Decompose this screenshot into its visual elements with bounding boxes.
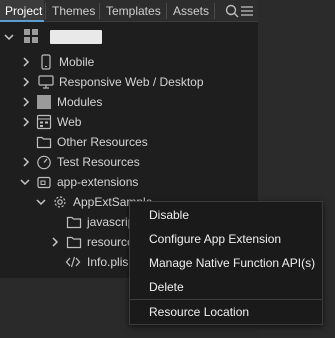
gear-icon (54, 196, 66, 208)
chevron-right-icon[interactable] (20, 156, 32, 168)
menu-separator (130, 299, 322, 300)
tab-divider (166, 3, 167, 19)
tab-bar: Project Themes Templates Assets (0, 0, 258, 22)
chevron-down-icon[interactable] (3, 31, 15, 43)
folder-icon (66, 216, 82, 229)
context-menu: Disable Configure App Extension Manage N… (129, 201, 323, 325)
chevron-right-icon[interactable] (20, 116, 32, 128)
tree-item-label: Web (57, 115, 82, 129)
menu-icon[interactable] (239, 3, 255, 19)
tab-assets[interactable]: Assets (168, 0, 214, 22)
menu-item-disable[interactable]: Disable (130, 204, 322, 226)
tree-item-label: Test Resources (57, 155, 140, 169)
tree-item-label: Responsive Web / Desktop (59, 75, 204, 89)
project-name-field[interactable] (50, 30, 102, 44)
tree-item-other-resources[interactable]: Other Resources (0, 132, 258, 152)
tree-item-label: app-extensions (57, 175, 139, 189)
tab-divider (99, 3, 100, 19)
chevron-right-icon[interactable] (20, 76, 32, 88)
code-icon (65, 256, 81, 268)
tree-item-app-extensions[interactable]: app-extensions (0, 172, 258, 192)
menu-item-manage-native-function-apis[interactable]: Manage Native Function API(s) (130, 252, 322, 274)
tree-item-mobile[interactable]: Mobile (0, 52, 258, 72)
chevron-right-icon[interactable] (20, 96, 32, 108)
search-icon[interactable] (224, 3, 240, 19)
tab-themes[interactable]: Themes (47, 0, 100, 22)
tree-item-modules[interactable]: Modules (0, 92, 258, 112)
tree-item-label: Mobile (59, 55, 95, 69)
tab-templates[interactable]: Templates (101, 0, 166, 22)
tree-item-label: Other Resources (57, 135, 148, 149)
tab-divider (45, 3, 46, 19)
tree-item-responsive-web[interactable]: Responsive Web / Desktop (0, 72, 258, 92)
grid-icon (24, 29, 38, 43)
web-icon (36, 114, 52, 130)
tree-item-label: Modules (57, 95, 103, 109)
modules-icon (37, 95, 51, 109)
mobile-icon (41, 54, 51, 70)
tree-item-label: resource (87, 235, 134, 249)
tab-project[interactable]: Project (0, 0, 44, 22)
folder-icon (36, 136, 52, 149)
tree-item-test-resources[interactable]: Test Resources (0, 152, 258, 172)
tab-divider (214, 3, 215, 19)
extension-icon (37, 176, 51, 189)
chevron-down-icon[interactable] (35, 196, 47, 208)
chevron-right-icon[interactable] (20, 56, 32, 68)
tree-item-label: Info.plis (87, 255, 129, 269)
tree-item-web[interactable]: Web (0, 112, 258, 132)
project-root-row[interactable] (0, 25, 258, 49)
menu-item-delete[interactable]: Delete (130, 276, 322, 298)
chevron-right-icon[interactable] (49, 236, 61, 248)
desktop-icon (38, 75, 54, 89)
menu-item-configure-app-extension[interactable]: Configure App Extension (130, 228, 322, 250)
gauge-icon (37, 155, 51, 170)
chevron-down-icon[interactable] (19, 176, 31, 188)
folder-icon (66, 236, 82, 249)
tree-item-label: javascrip (87, 215, 135, 229)
menu-item-resource-location[interactable]: Resource Location (130, 301, 322, 323)
